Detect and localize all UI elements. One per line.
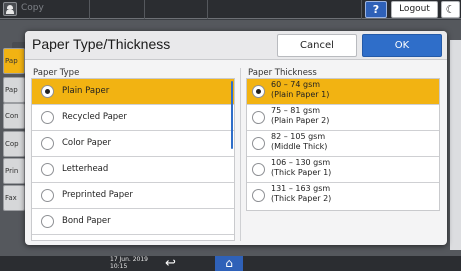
thickness-range: 75 – 81 gsm [271, 106, 321, 115]
option-label: 131 – 163 gsm (Thick Paper 2) [271, 184, 331, 204]
radio-icon [252, 163, 265, 176]
cancel-button[interactable]: Cancel [277, 34, 357, 57]
option-label: 60 – 74 gsm (Plain Paper 1) [271, 80, 329, 100]
status-divider [144, 0, 145, 19]
background-strip [450, 40, 461, 250]
background-item: Prin [3, 158, 25, 184]
status-divider [361, 0, 362, 19]
background-item: Fax [3, 185, 25, 211]
thickness-range: 60 – 74 gsm [271, 80, 321, 89]
ok-button[interactable]: OK [362, 34, 442, 57]
paper-thickness-option[interactable]: 131 – 163 gsm (Thick Paper 2) [247, 183, 439, 209]
thickness-range: 131 – 163 gsm [271, 184, 331, 193]
paper-thickness-label: Paper Thickness [248, 68, 317, 78]
option-label: Recycled Paper [62, 112, 127, 122]
user-icon[interactable] [3, 2, 17, 16]
option-label: Plain Paper [62, 86, 110, 96]
background-item: Cop [3, 131, 25, 157]
paper-type-option[interactable]: Recycled Paper [32, 105, 234, 131]
help-button[interactable]: ? [365, 1, 387, 18]
option-label: 82 – 105 gsm (Middle Thick) [271, 132, 327, 152]
home-icon[interactable]: ⌂ [215, 256, 243, 271]
paper-thickness-list: 60 – 74 gsm (Plain Paper 1) 75 – 81 gsm … [246, 78, 440, 211]
radio-selected-icon [41, 85, 54, 98]
date-text: 17 Jun. 2019 [110, 256, 149, 263]
option-label: Bond Paper [62, 216, 111, 226]
app-title: Copy [21, 3, 44, 13]
status-divider [207, 0, 208, 19]
radio-icon [252, 189, 265, 202]
thickness-name: (Thick Paper 1) [271, 168, 332, 177]
paper-type-thickness-dialog: Paper Type/Thickness Cancel OK Paper Typ… [25, 31, 447, 245]
background-item: Pap [3, 48, 25, 74]
thickness-name: (Thick Paper 2) [271, 194, 332, 203]
background-item: Con [3, 103, 25, 129]
energy-saver-button[interactable]: ☾ [441, 1, 460, 18]
thickness-name: (Plain Paper 1) [271, 90, 330, 99]
radio-icon [41, 215, 54, 228]
paper-type-option[interactable]: Letterhead [32, 157, 234, 183]
logout-button[interactable]: Logout [391, 1, 438, 18]
option-label: Letterhead [62, 164, 109, 174]
radio-icon [41, 137, 54, 150]
radio-icon [252, 137, 265, 150]
paper-thickness-option[interactable]: 82 – 105 gsm (Middle Thick) [247, 131, 439, 157]
thickness-name: (Middle Thick) [271, 142, 328, 151]
paper-thickness-option[interactable]: 106 – 130 gsm (Thick Paper 1) [247, 157, 439, 183]
paper-type-option-partial[interactable] [32, 235, 234, 240]
paper-thickness-option[interactable]: 75 – 81 gsm (Plain Paper 2) [247, 105, 439, 131]
paper-type-option[interactable]: Bond Paper [32, 209, 234, 235]
paper-thickness-option[interactable]: 60 – 74 gsm (Plain Paper 1) [247, 79, 439, 105]
time-text: 10:15 [110, 263, 128, 270]
paper-type-label: Paper Type [33, 68, 80, 78]
paper-type-list: Plain Paper Recycled Paper Color Paper L… [31, 78, 235, 241]
column-divider [240, 68, 241, 241]
paper-type-option[interactable]: Plain Paper [32, 79, 234, 105]
dialog-title: Paper Type/Thickness [32, 36, 171, 52]
back-arrow-icon[interactable]: ↩ [165, 256, 176, 271]
paper-type-scrollbar[interactable] [231, 81, 233, 149]
paper-type-option[interactable]: Preprinted Paper [32, 183, 234, 209]
thickness-range: 106 – 130 gsm [271, 158, 331, 167]
radio-icon [252, 111, 265, 124]
background-item: Pap [3, 77, 25, 103]
option-label: 106 – 130 gsm (Thick Paper 1) [271, 158, 331, 178]
option-label: Color Paper [62, 138, 111, 148]
date-time: 17 Jun. 2019 10:15 [110, 256, 148, 270]
screen: Copy ? Logout ☾ Pap Pap Con Cop Prin Fax… [0, 0, 461, 271]
radio-icon [41, 189, 54, 202]
option-label: 75 – 81 gsm (Plain Paper 2) [271, 106, 329, 126]
radio-icon [41, 111, 54, 124]
thickness-name: (Plain Paper 2) [271, 116, 330, 125]
option-label: Preprinted Paper [62, 190, 133, 200]
dialog-header: Paper Type/Thickness Cancel OK [25, 31, 447, 60]
thickness-range: 82 – 105 gsm [271, 132, 326, 141]
status-divider [89, 0, 90, 19]
status-bar: Copy ? Logout ☾ [0, 0, 461, 19]
bottom-bar: 17 Jun. 2019 10:15 ↩ ⌂ [0, 256, 461, 271]
paper-type-option[interactable]: Color Paper [32, 131, 234, 157]
radio-icon [41, 163, 54, 176]
radio-selected-icon [252, 85, 265, 98]
